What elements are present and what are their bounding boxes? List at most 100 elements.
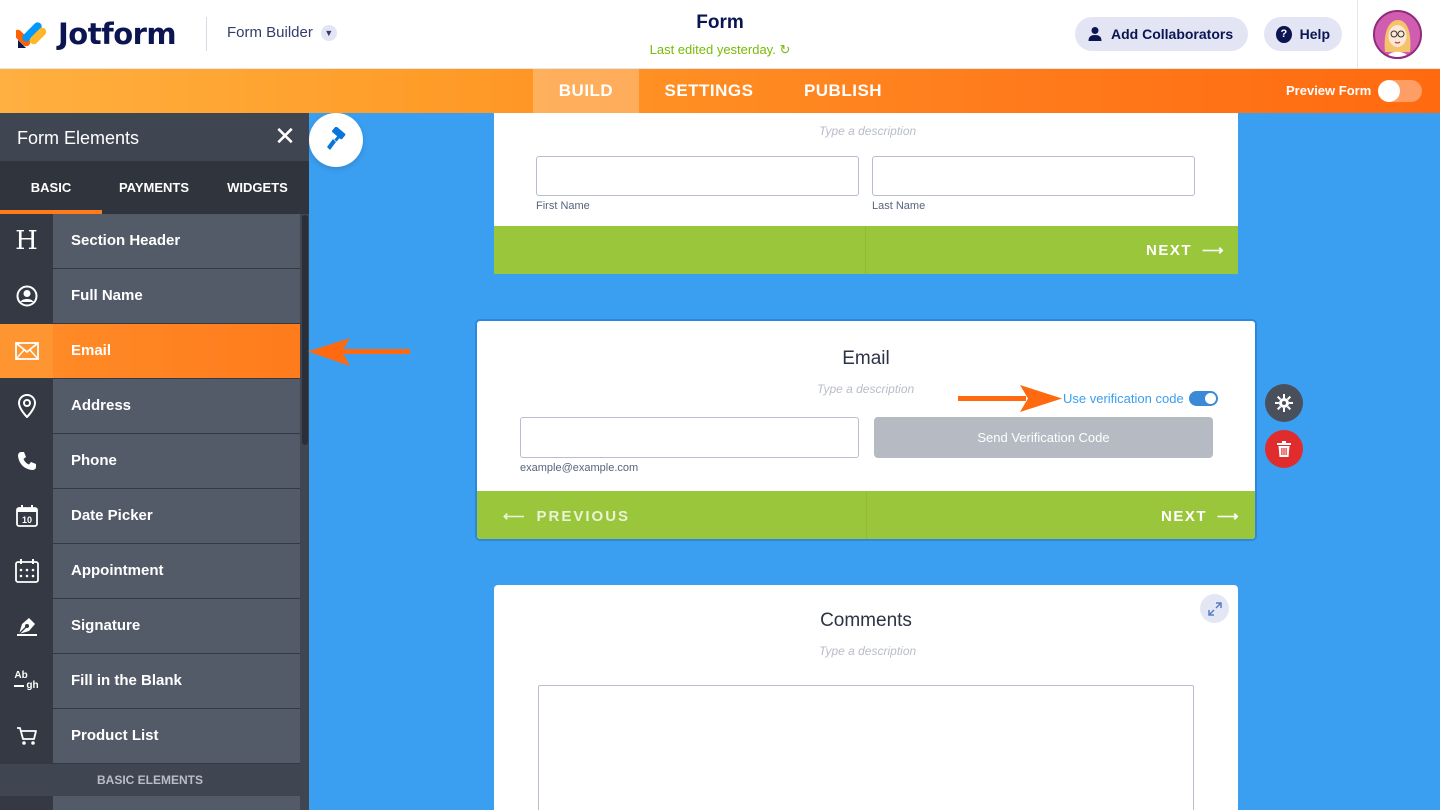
add-collaborators-label: Add Collaborators	[1111, 26, 1234, 42]
envelope-icon	[0, 324, 53, 378]
element-fill-in-the-blank[interactable]: Ab gh Fill in the Blank	[0, 654, 300, 709]
element-date-picker[interactable]: 10 Date Picker	[0, 489, 300, 544]
previous-button[interactable]: ⟵ PREVIOUS	[503, 491, 631, 539]
refresh-icon: ↻	[779, 42, 791, 57]
element-signature[interactable]: Signature	[0, 599, 300, 654]
trash-icon	[1277, 441, 1291, 457]
phone-icon	[0, 434, 53, 488]
first-name-input[interactable]	[536, 156, 859, 196]
element-full-name[interactable]: Full Name	[0, 269, 300, 324]
pen-nib-icon	[0, 599, 53, 653]
avatar-area	[1357, 0, 1440, 69]
element-phone[interactable]: Phone	[0, 434, 300, 489]
tab-payments[interactable]: PAYMENTS	[102, 161, 206, 214]
tab-build[interactable]: BUILD	[533, 69, 639, 113]
delete-question-button[interactable]	[1265, 430, 1303, 468]
help-label: Help	[1299, 26, 1330, 42]
expand-button[interactable]	[1200, 594, 1229, 623]
calendar-clock-icon	[0, 544, 53, 598]
fill-blank-icon: Ab gh	[0, 654, 53, 708]
element-partial-next[interactable]	[0, 796, 300, 810]
panel-tabs: BASIC PAYMENTS WIDGETS	[0, 161, 309, 214]
email-sublabel[interactable]: example@example.com	[520, 462, 638, 474]
next-label: NEXT	[1146, 241, 1193, 259]
section-basic-elements: BASIC ELEMENTS	[0, 764, 300, 796]
form-builder-dropdown[interactable]: Form Builder ▼	[227, 24, 337, 41]
heading-icon: H	[0, 214, 53, 268]
next-button[interactable]: NEXT ⟶	[1161, 491, 1241, 539]
builder-nav-bar: BUILD SETTINGS PUBLISH Preview Form	[0, 69, 1440, 113]
next-button[interactable]: NEXT ⟶	[1146, 226, 1225, 274]
element-label: Fill in the Blank	[53, 654, 300, 708]
tab-widgets[interactable]: WIDGETS	[206, 161, 309, 214]
calendar-day-number: 10	[21, 515, 31, 525]
form-designer-button[interactable]	[309, 113, 363, 167]
question-settings-button[interactable]	[1265, 384, 1303, 422]
chevron-down-icon: ▼	[320, 24, 337, 41]
element-label: Full Name	[53, 269, 300, 323]
element-label: Signature	[53, 599, 300, 653]
verification-code-toggle[interactable]	[1188, 391, 1218, 406]
form-canvas: Type a description First Name Last Name …	[309, 113, 1440, 810]
send-verification-code-button[interactable]: Send Verification Code	[874, 417, 1213, 458]
element-list: H Section Header Full Name Email Address	[0, 214, 300, 764]
scrollbar-thumb[interactable]	[302, 215, 308, 445]
element-product-list[interactable]: Product List	[0, 709, 300, 764]
question-description[interactable]: Type a description	[819, 644, 916, 658]
calendar-icon: 10	[0, 489, 53, 543]
tab-basic[interactable]: BASIC	[0, 161, 102, 214]
user-icon	[1088, 27, 1102, 41]
top-header: Jotform Form Builder ▼ Form Last edited …	[0, 0, 1440, 69]
preview-form-label: Preview Form	[1286, 83, 1372, 98]
close-icon[interactable]: ✕	[274, 123, 296, 149]
gear-icon	[1275, 394, 1293, 412]
last-edited-text[interactable]: Last edited yesterday.	[650, 42, 776, 57]
question-description[interactable]: Type a description	[819, 124, 916, 138]
nav-divider	[865, 226, 866, 274]
tab-publish[interactable]: PUBLISH	[790, 69, 896, 113]
element-section-header[interactable]: H Section Header	[0, 214, 300, 269]
toggle-knob	[1378, 80, 1400, 102]
email-input[interactable]	[520, 417, 859, 458]
jotform-logo[interactable]: Jotform	[16, 17, 177, 51]
verification-code-option[interactable]: Use verification code	[1063, 391, 1218, 406]
add-collaborators-button[interactable]: Add Collaborators	[1075, 17, 1248, 51]
help-button[interactable]: ? Help	[1264, 17, 1342, 51]
annotation-arrow-right	[958, 385, 1062, 412]
arrow-left-icon: ⟵	[503, 508, 527, 525]
previous-label: PREVIOUS	[536, 507, 631, 525]
element-email[interactable]: Email	[0, 324, 300, 379]
arrow-right-icon: ⟶	[1217, 508, 1241, 525]
last-name-input[interactable]	[872, 156, 1195, 196]
panel-title: Form Elements	[17, 128, 140, 148]
question-description[interactable]: Type a description	[817, 382, 914, 396]
panel-header: Form Elements ✕	[0, 113, 309, 161]
comments-question-title[interactable]: Comments	[494, 610, 1238, 632]
header-divider	[206, 17, 207, 51]
avatar-illustration	[1375, 12, 1420, 57]
last-name-sublabel: Last Name	[872, 200, 926, 212]
page-nav-bar: ⟵ PREVIOUS NEXT ⟶	[477, 491, 1255, 539]
preview-form-toggle[interactable]	[1378, 80, 1422, 102]
brand-name: Jotform	[58, 17, 177, 51]
form-elements-panel: Form Elements ✕ BASIC PAYMENTS WIDGETS H…	[0, 113, 309, 810]
comments-textarea[interactable]	[538, 685, 1194, 810]
question-icon: ?	[1276, 25, 1292, 43]
comments-question-card[interactable]: Comments Type a description	[494, 585, 1238, 810]
user-circle-icon	[0, 269, 53, 323]
element-label: Appointment	[53, 544, 300, 598]
element-appointment[interactable]: Appointment	[0, 544, 300, 599]
element-address[interactable]: Address	[0, 379, 300, 434]
tab-settings[interactable]: SETTINGS	[647, 69, 771, 113]
avatar[interactable]	[1373, 10, 1422, 59]
element-label-partial	[53, 796, 300, 810]
email-question-card[interactable]: Email Type a description Use verificatio…	[475, 319, 1257, 541]
first-name-sublabel: First Name	[536, 200, 590, 212]
element-label: Phone	[53, 434, 300, 488]
full-name-question-card[interactable]: Type a description First Name Last Name …	[494, 113, 1238, 274]
sidebar-scrollbar[interactable]	[301, 215, 309, 810]
annotation-arrow-left	[308, 338, 410, 366]
email-question-title[interactable]: Email	[477, 348, 1255, 370]
element-label: Address	[53, 379, 300, 433]
jotform-logo-icon	[16, 22, 47, 48]
